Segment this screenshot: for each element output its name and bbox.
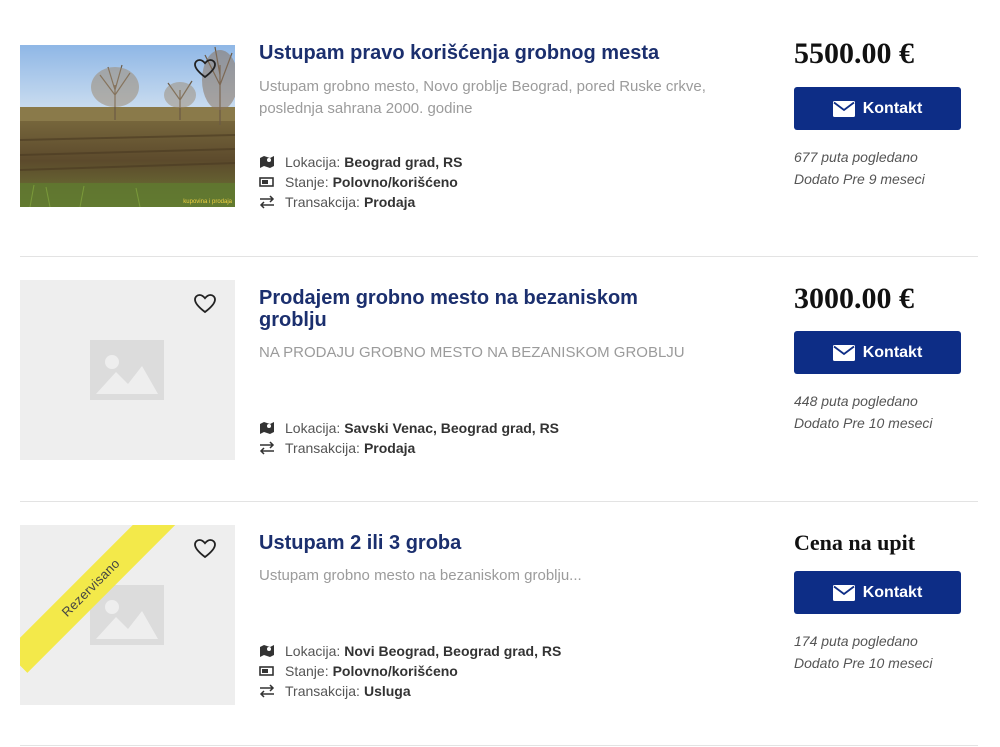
attribute-value: Beograd grad, RS bbox=[344, 154, 463, 170]
attribute-value: Usluga bbox=[363, 683, 411, 699]
view-count: 448 puta pogledano bbox=[794, 393, 918, 409]
attribute-label: Transakcija: bbox=[285, 194, 360, 210]
envelope-icon bbox=[832, 344, 855, 361]
listing-image-placeholder[interactable]: Rezervisano bbox=[20, 525, 235, 705]
attribute-condition: Stanje: Polovno/korišćeno bbox=[259, 172, 739, 192]
attribute-value: Polovno/korišćeno bbox=[332, 663, 458, 679]
listing-description: Ustupam grobno mesto, Novo groblje Beogr… bbox=[259, 78, 706, 117]
added-date: Dodato Pre 10 meseci bbox=[794, 655, 933, 671]
attribute-transaction: Transakcija: Usluga bbox=[259, 681, 739, 701]
listing-attributes: Lokacija: Savski Venac, Beograd grad, RS … bbox=[259, 418, 739, 458]
heart-icon[interactable] bbox=[193, 57, 217, 81]
attribute-label: Lokacija: bbox=[285, 154, 341, 170]
listing-price: 3000.00 € bbox=[794, 282, 914, 315]
attribute-value: Prodaja bbox=[363, 440, 416, 456]
battery-icon bbox=[259, 177, 274, 187]
divider bbox=[20, 745, 978, 746]
attribute-location: Lokacija: Savski Venac, Beograd grad, RS bbox=[259, 418, 739, 438]
added-date: Dodato Pre 10 meseci bbox=[794, 415, 933, 431]
attribute-label: Transakcija: bbox=[285, 683, 360, 699]
attribute-value: Novi Beograd, Beograd grad, RS bbox=[344, 643, 562, 659]
listing-price: 5500.00 € bbox=[794, 37, 914, 70]
attribute-label: Stanje: bbox=[285, 663, 329, 679]
transaction-icon bbox=[259, 684, 275, 698]
attribute-location: Lokacija: Novi Beograd, Beograd grad, RS bbox=[259, 641, 739, 661]
contact-button[interactable]: Kontakt bbox=[794, 571, 961, 614]
attribute-transaction: Transakcija: Prodaja bbox=[259, 192, 739, 212]
listing-description: NA PRODAJU GROBNO MESTO NA BEZANISKOM GR… bbox=[259, 344, 685, 361]
attribute-label: Lokacija: bbox=[285, 420, 341, 436]
divider bbox=[20, 501, 978, 502]
contact-button-label: Kontakt bbox=[862, 99, 923, 117]
attribute-condition: Stanje: Polovno/korišćeno bbox=[259, 661, 739, 681]
listing-meta: 174 puta pogledano Dodato Pre 10 meseci bbox=[794, 630, 933, 674]
listing-attributes: Lokacija: Novi Beograd, Beograd grad, RS … bbox=[259, 641, 739, 701]
heart-icon[interactable] bbox=[193, 537, 217, 561]
map-icon bbox=[260, 645, 274, 657]
attribute-label: Transakcija: bbox=[285, 440, 360, 456]
attribute-value: Savski Venac, Beograd grad, RS bbox=[344, 420, 560, 436]
contact-button[interactable]: Kontakt bbox=[794, 331, 961, 374]
contact-button[interactable]: Kontakt bbox=[794, 87, 961, 130]
listing-price: Cena na upit bbox=[794, 530, 916, 555]
transaction-icon bbox=[259, 441, 275, 455]
attribute-location: Lokacija: Beograd grad, RS bbox=[259, 152, 739, 172]
listing-attributes: Lokacija: Beograd grad, RS Stanje: Polovno… bbox=[259, 152, 739, 212]
listing-image-placeholder[interactable] bbox=[20, 280, 235, 460]
heart-icon[interactable] bbox=[193, 292, 217, 316]
listing-title[interactable]: Prodajem grobno mesto na bezaniskom grob… bbox=[259, 287, 699, 331]
attribute-value: Prodaja bbox=[363, 194, 416, 210]
listing-title[interactable]: Ustupam 2 ili 3 groba bbox=[259, 532, 759, 554]
listing-description: Ustupam grobno mesto na bezaniskom grobl… bbox=[259, 567, 582, 584]
listing-meta: 448 puta pogledano Dodato Pre 10 meseci bbox=[794, 390, 933, 434]
listing-photo[interactable]: kupovina i prodaja bbox=[20, 45, 235, 207]
attribute-label: Stanje: bbox=[285, 174, 329, 190]
map-icon bbox=[260, 156, 274, 168]
map-icon bbox=[260, 422, 274, 434]
image-placeholder-icon bbox=[90, 340, 164, 400]
transaction-icon bbox=[259, 195, 275, 209]
envelope-icon bbox=[832, 100, 855, 117]
contact-button-label: Kontakt bbox=[862, 343, 923, 361]
listing-title[interactable]: Ustupam pravo korišćenja grobnog mesta bbox=[259, 42, 759, 64]
divider bbox=[20, 256, 978, 257]
listing-meta: 677 puta pogledano Dodato Pre 9 meseci bbox=[794, 146, 925, 190]
attribute-label: Lokacija: bbox=[285, 643, 341, 659]
view-count: 677 puta pogledano bbox=[794, 149, 918, 165]
attribute-value: Polovno/korišćeno bbox=[332, 174, 458, 190]
contact-button-label: Kontakt bbox=[862, 583, 923, 601]
added-date: Dodato Pre 9 meseci bbox=[794, 171, 925, 187]
attribute-transaction: Transakcija: Prodaja bbox=[259, 438, 739, 458]
view-count: 174 puta pogledano bbox=[794, 633, 918, 649]
battery-icon bbox=[259, 666, 274, 676]
image-watermark: kupovina i prodaja bbox=[183, 199, 232, 205]
envelope-icon bbox=[832, 584, 855, 601]
